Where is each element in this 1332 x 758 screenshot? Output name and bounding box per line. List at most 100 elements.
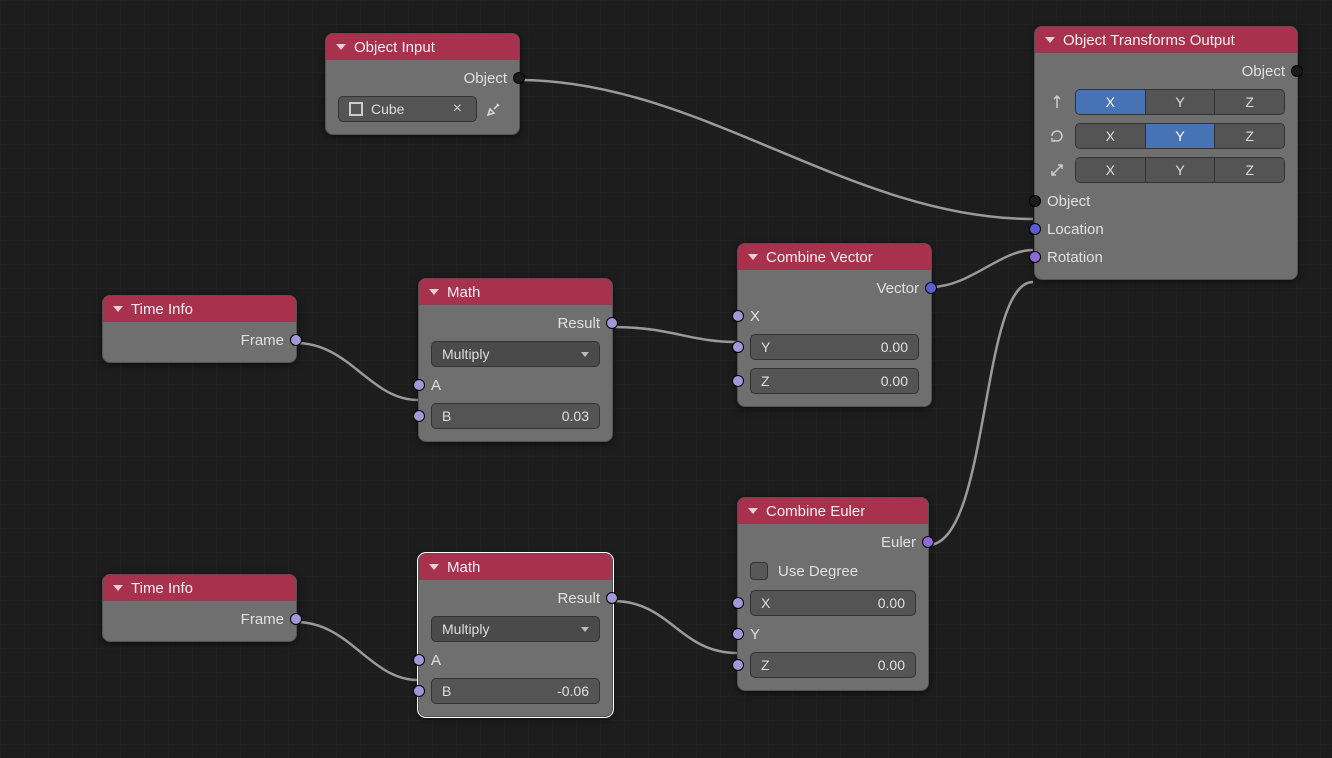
loc-y-toggle[interactable]: Y bbox=[1146, 90, 1216, 114]
input-a-row: A bbox=[419, 373, 612, 397]
socket-a-in[interactable] bbox=[413, 654, 425, 666]
object-picker-value: Cube bbox=[371, 101, 404, 117]
node-combine-euler[interactable]: Combine Euler Euler Use Degree X 0.00 Y … bbox=[737, 497, 929, 691]
socket-frame-out[interactable] bbox=[290, 613, 302, 625]
input-y-row: Y 0.00 bbox=[738, 332, 931, 362]
scl-z-toggle[interactable]: Z bbox=[1215, 158, 1284, 182]
input-label: X bbox=[750, 308, 760, 325]
node-header[interactable]: Combine Euler bbox=[738, 498, 928, 524]
loc-x-toggle[interactable]: X bbox=[1076, 90, 1146, 114]
rot-z-toggle[interactable]: Z bbox=[1215, 124, 1284, 148]
socket-z-in[interactable] bbox=[732, 375, 744, 387]
output-label: Object bbox=[464, 70, 507, 87]
node-title: Time Info bbox=[131, 301, 193, 318]
socket-object-out[interactable] bbox=[513, 72, 525, 84]
socket-b-in[interactable] bbox=[413, 410, 425, 422]
use-degree-checkbox[interactable] bbox=[750, 562, 768, 580]
node-title: Math bbox=[447, 559, 480, 576]
operation-value: Multiply bbox=[442, 346, 489, 362]
node-header[interactable]: Combine Vector bbox=[738, 244, 931, 270]
input-b-row: B 0.03 bbox=[419, 401, 612, 431]
node-header[interactable]: Object Transforms Output bbox=[1035, 27, 1297, 53]
collapse-icon[interactable] bbox=[748, 254, 758, 260]
use-degree-row: Use Degree bbox=[738, 558, 928, 584]
input-label: Object bbox=[1047, 193, 1090, 210]
input-b-value[interactable]: B 0.03 bbox=[431, 403, 600, 429]
input-label: Location bbox=[1047, 221, 1104, 238]
object-picker[interactable]: Cube × bbox=[338, 96, 477, 122]
input-label: Y bbox=[750, 626, 760, 643]
node-time-info[interactable]: Time Info Frame bbox=[102, 574, 297, 642]
collapse-icon[interactable] bbox=[1045, 37, 1055, 43]
node-object-input[interactable]: Object Input Object Cube × bbox=[325, 33, 520, 135]
socket-euler-out[interactable] bbox=[922, 536, 934, 548]
socket-result-out[interactable] bbox=[606, 317, 618, 329]
input-b-label: B bbox=[442, 683, 451, 699]
node-math[interactable]: Math Result Multiply A B 0.03 bbox=[418, 278, 613, 442]
output-frame-row: Frame bbox=[103, 328, 296, 352]
node-header[interactable]: Math bbox=[419, 554, 612, 580]
scl-y-toggle[interactable]: Y bbox=[1146, 158, 1216, 182]
socket-frame-out[interactable] bbox=[290, 334, 302, 346]
input-b-number: -0.06 bbox=[557, 683, 589, 699]
socket-rotation-in[interactable] bbox=[1029, 251, 1041, 263]
output-label: Result bbox=[557, 590, 600, 607]
output-label: Vector bbox=[876, 280, 919, 297]
collapse-icon[interactable] bbox=[113, 585, 123, 591]
input-location-row: Location bbox=[1035, 217, 1297, 241]
input-z-value[interactable]: Z 0.00 bbox=[750, 368, 919, 394]
socket-z-in[interactable] bbox=[732, 659, 744, 671]
collapse-icon[interactable] bbox=[336, 44, 346, 50]
socket-y-in[interactable] bbox=[732, 628, 744, 640]
node-header[interactable]: Object Input bbox=[326, 34, 519, 60]
rot-y-toggle[interactable]: Y bbox=[1146, 124, 1216, 148]
input-label: Rotation bbox=[1047, 249, 1103, 266]
node-header[interactable]: Time Info bbox=[103, 575, 296, 601]
input-b-value[interactable]: B -0.06 bbox=[431, 678, 600, 704]
input-z-row: Z 0.00 bbox=[738, 366, 931, 396]
output-object-row: Object bbox=[326, 66, 519, 90]
node-header[interactable]: Time Info bbox=[103, 296, 296, 322]
input-label: A bbox=[431, 377, 441, 394]
socket-object-out[interactable] bbox=[1291, 65, 1303, 77]
rot-x-toggle[interactable]: X bbox=[1076, 124, 1146, 148]
input-object-row: Object bbox=[1035, 189, 1297, 213]
input-x-row: X bbox=[738, 304, 931, 328]
output-euler-row: Euler bbox=[738, 530, 928, 554]
input-z-row: Z 0.00 bbox=[738, 650, 928, 680]
output-label: Object bbox=[1242, 63, 1285, 80]
input-y-value[interactable]: Y 0.00 bbox=[750, 334, 919, 360]
socket-a-in[interactable] bbox=[413, 379, 425, 391]
collapse-icon[interactable] bbox=[429, 289, 439, 295]
operation-select[interactable]: Multiply bbox=[431, 616, 600, 642]
socket-object-in[interactable] bbox=[1029, 195, 1041, 207]
socket-x-in[interactable] bbox=[732, 310, 744, 322]
output-result-row: Result bbox=[419, 586, 612, 610]
input-b-row: B -0.06 bbox=[419, 676, 612, 706]
socket-location-in[interactable] bbox=[1029, 223, 1041, 235]
socket-x-in[interactable] bbox=[732, 597, 744, 609]
scl-x-toggle[interactable]: X bbox=[1076, 158, 1146, 182]
input-x-value[interactable]: X 0.00 bbox=[750, 590, 916, 616]
collapse-icon[interactable] bbox=[429, 564, 439, 570]
input-y-row: Y bbox=[738, 622, 928, 646]
node-time-info[interactable]: Time Info Frame bbox=[102, 295, 297, 363]
clear-icon[interactable]: × bbox=[449, 100, 466, 118]
node-math[interactable]: Math Result Multiply A B -0.06 bbox=[418, 553, 613, 717]
collapse-icon[interactable] bbox=[748, 508, 758, 514]
collapse-icon[interactable] bbox=[113, 306, 123, 312]
node-combine-vector[interactable]: Combine Vector Vector X Y 0.00 Z 0.00 bbox=[737, 243, 932, 407]
node-header[interactable]: Math bbox=[419, 279, 612, 305]
operation-select[interactable]: Multiply bbox=[431, 341, 600, 367]
socket-result-out[interactable] bbox=[606, 592, 618, 604]
node-object-transforms-output[interactable]: Object Transforms Output Object X Y Z X … bbox=[1034, 26, 1298, 280]
input-z-value[interactable]: Z 0.00 bbox=[750, 652, 916, 678]
operation-row: Multiply bbox=[419, 614, 612, 644]
location-axis-row: X Y Z bbox=[1035, 87, 1297, 117]
socket-vector-out[interactable] bbox=[925, 282, 937, 294]
socket-b-in[interactable] bbox=[413, 685, 425, 697]
loc-z-toggle[interactable]: Z bbox=[1215, 90, 1284, 114]
eyedropper-icon[interactable] bbox=[481, 96, 507, 122]
socket-y-in[interactable] bbox=[732, 341, 744, 353]
input-a-row: A bbox=[419, 648, 612, 672]
